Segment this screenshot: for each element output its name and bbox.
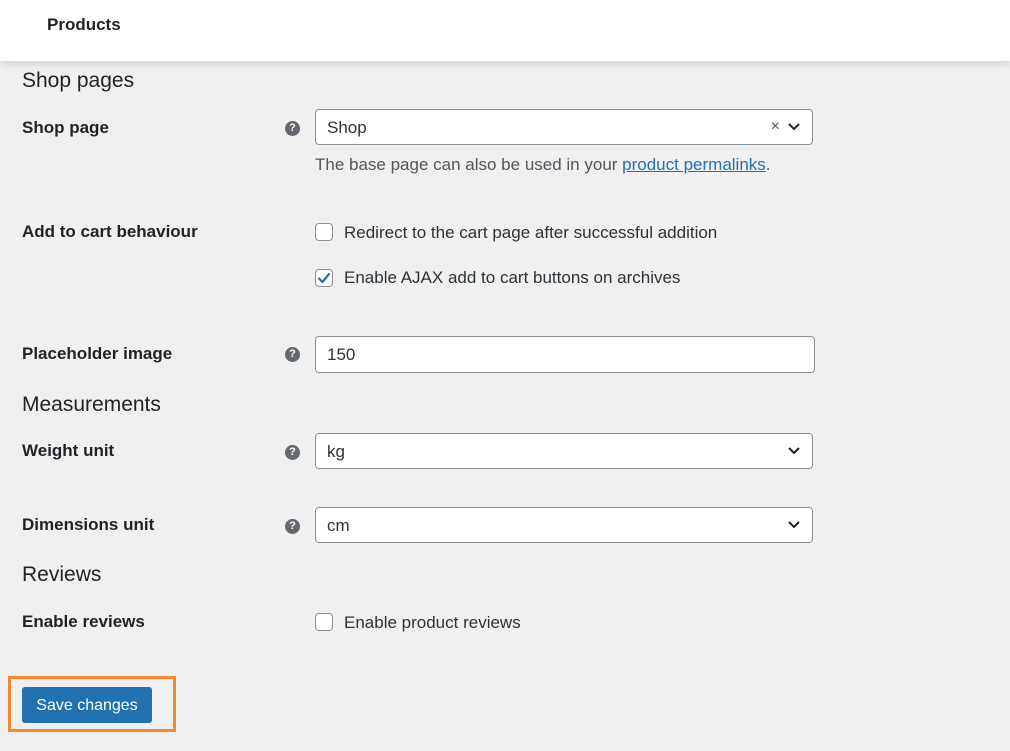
enable-reviews-label: Enable reviews [22,612,145,631]
redirect-to-cart-checkbox[interactable] [315,223,333,241]
help-icon[interactable]: ? [285,445,300,460]
redirect-to-cart-label[interactable]: Redirect to the cart page after successf… [344,223,717,243]
ajax-add-to-cart-label[interactable]: Enable AJAX add to cart buttons on archi… [344,268,680,288]
clear-icon[interactable]: × [771,118,780,136]
dimensions-unit-select-value: cm [327,516,350,535]
shop-page-select[interactable]: Shop × [315,109,813,145]
top-bar: Products [0,0,1010,61]
dimensions-unit-label: Dimensions unit [22,515,155,534]
section-title-shop-pages: Shop pages [22,69,135,92]
section-title-measurements: Measurements [22,393,161,416]
save-changes-button[interactable]: Save changes [22,687,152,723]
chevron-down-icon [788,123,800,131]
page-title: Products [47,15,121,34]
add-to-cart-behaviour-label: Add to cart behaviour [22,222,198,241]
section-title-reviews: Reviews [22,563,102,586]
placeholder-image-label: Placeholder image [22,344,173,363]
weight-unit-select[interactable]: kg [315,433,813,469]
ajax-add-to-cart-checkbox[interactable] [315,269,333,287]
placeholder-image-input[interactable] [315,336,815,373]
chevron-down-icon [788,447,800,455]
checkmark-icon [317,272,331,284]
shop-page-description: The base page can also be used in your p… [315,155,771,175]
weight-unit-select-value: kg [327,442,345,461]
shop-page-label: Shop page [22,118,109,137]
settings-content: Shop pages Shop page ? Shop × The base p… [0,61,1010,751]
shop-page-description-text: The base page can also be used in your [315,155,623,174]
dimensions-unit-select[interactable]: cm [315,507,813,543]
enable-product-reviews-checkbox[interactable] [315,613,333,631]
help-icon[interactable]: ? [285,519,300,534]
shop-page-description-end: . [765,155,771,174]
weight-unit-label: Weight unit [22,441,115,460]
help-icon[interactable]: ? [285,347,300,362]
help-icon[interactable]: ? [285,121,300,136]
enable-product-reviews-label[interactable]: Enable product reviews [344,613,521,633]
product-permalinks-link[interactable]: product permalinks [622,155,766,174]
chevron-down-icon [788,521,800,529]
shop-page-select-value: Shop [327,118,367,137]
